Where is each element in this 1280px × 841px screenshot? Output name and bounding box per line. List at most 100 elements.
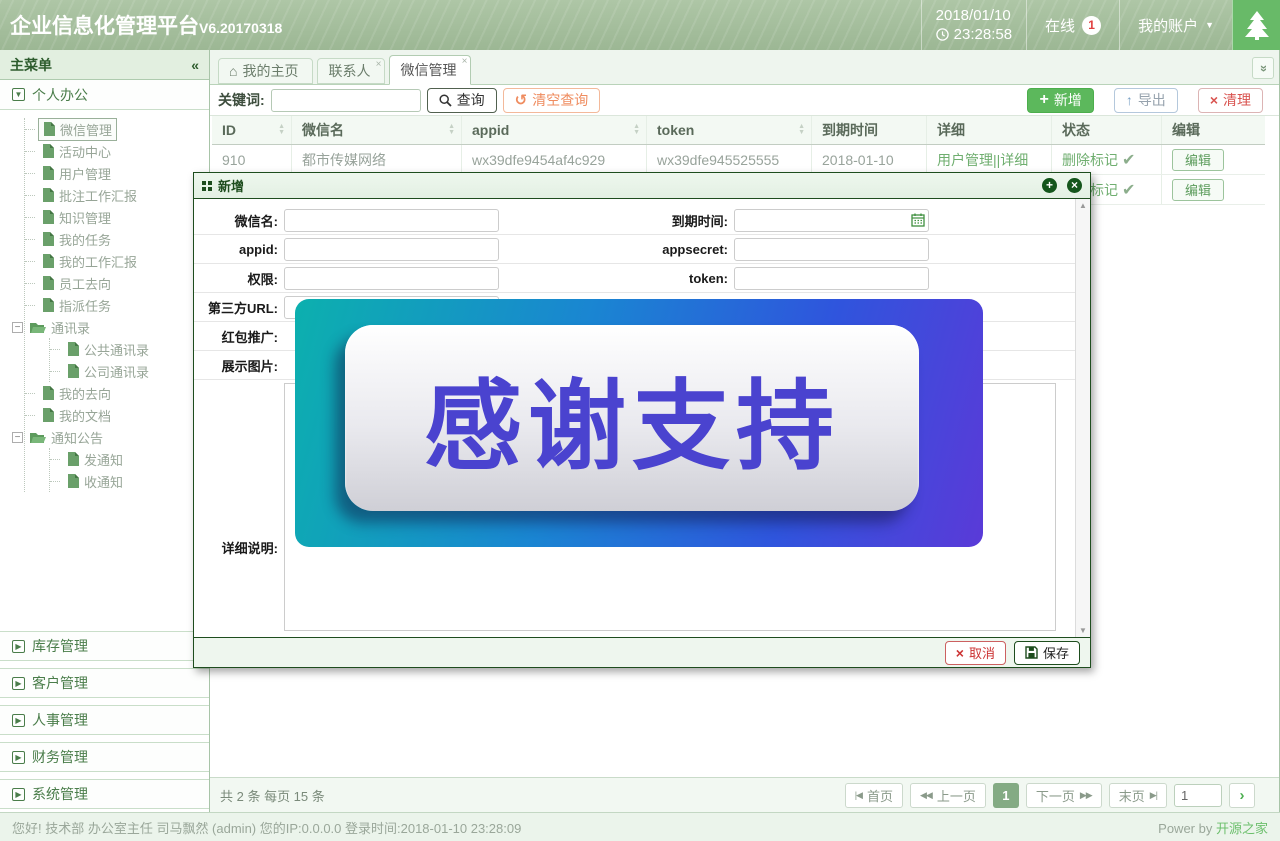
sidebar-item-staff-location[interactable]: 员工去向	[25, 272, 209, 294]
reset-icon: ↺	[515, 93, 528, 108]
section-label: 财务管理	[32, 747, 88, 767]
edit-button[interactable]: 编辑	[1172, 179, 1224, 201]
image-label: 展示图片:	[194, 356, 284, 375]
tab-overflow-button[interactable]: «	[1252, 57, 1274, 79]
file-icon	[42, 276, 54, 290]
last-page-button[interactable]: 末页▶|	[1109, 783, 1167, 808]
column-header-status[interactable]: 状态	[1052, 116, 1162, 144]
tab-label: 联系人	[328, 61, 370, 81]
sidebar-item-my-tasks[interactable]: 我的任务	[25, 228, 209, 250]
tree-root: 微信管理 活动中心 用户管理 批注工作汇报 知识管理 我的任务 我的工作汇报 员…	[24, 118, 209, 492]
theme-tree-button[interactable]	[1232, 0, 1280, 50]
column-header-expire[interactable]: 到期时间	[812, 116, 927, 144]
tree-stub	[25, 415, 35, 416]
appsecret-input[interactable]	[734, 238, 929, 261]
go-page-button[interactable]: ›	[1229, 783, 1255, 808]
appid-input[interactable]	[284, 238, 499, 261]
account-menu[interactable]: 我的账户 ▼	[1119, 0, 1232, 50]
delete-mark-link[interactable]: 删除标记	[1062, 150, 1118, 170]
cell-token: wx39dfe945525555	[647, 145, 812, 174]
calendar-icon[interactable]	[911, 213, 925, 227]
collapse-node-icon[interactable]: −	[12, 432, 23, 443]
sidebar-item-company-contacts[interactable]: 公司通讯录	[50, 360, 209, 382]
tree-stub	[50, 481, 60, 482]
sidebar-section-finance[interactable]: ▶财务管理	[0, 742, 209, 772]
sidebar-folder-notices[interactable]: −通知公告	[12, 426, 209, 448]
sidebar-item-send-notice[interactable]: 发通知	[50, 448, 209, 470]
scroll-down-icon[interactable]: ▼	[1076, 626, 1090, 635]
header-date: 2018/01/10	[936, 7, 1011, 24]
sidebar-item-my-docs[interactable]: 我的文档	[25, 404, 209, 426]
tree-stub	[50, 371, 60, 372]
sidebar-header: 主菜单 «	[0, 50, 209, 80]
close-icon[interactable]: ×	[1067, 178, 1082, 193]
collapse-node-icon[interactable]: −	[12, 322, 23, 333]
current-page-button[interactable]: 1	[993, 783, 1019, 808]
thanks-banner-image: 感谢支持	[295, 299, 983, 547]
next-page-button[interactable]: 下一页▶▶	[1026, 783, 1102, 808]
collapse-sidebar-icon[interactable]: «	[191, 57, 199, 73]
sidebar-section-system[interactable]: ▶系统管理	[0, 779, 209, 809]
sort-icon[interactable]: ▲▼	[448, 124, 455, 136]
column-header-token[interactable]: token▲▼	[647, 116, 812, 144]
sidebar-section-personal[interactable]: ▼ 个人办公	[0, 80, 209, 110]
keyword-input[interactable]	[271, 89, 421, 112]
tab-label: 我的主页	[242, 61, 298, 81]
sidebar-section-hr[interactable]: ▶人事管理	[0, 705, 209, 735]
sort-icon[interactable]: ▲▼	[278, 124, 285, 136]
user-manage-link[interactable]: 用户管理	[937, 150, 993, 170]
online-indicator[interactable]: 在线 1	[1026, 0, 1119, 50]
sidebar-item-my-report[interactable]: 我的工作汇报	[25, 250, 209, 272]
export-button[interactable]: ↑ 导出	[1114, 88, 1178, 113]
sidebar-section-inventory[interactable]: ▶库存管理	[0, 631, 209, 661]
edit-button[interactable]: 编辑	[1172, 149, 1224, 171]
sort-icon[interactable]: ▲▼	[633, 124, 640, 136]
sidebar-item-receive-notice[interactable]: 收通知	[50, 470, 209, 492]
scroll-up-icon[interactable]: ▲	[1076, 201, 1090, 210]
tab-home[interactable]: ⌂ 我的主页	[218, 58, 313, 84]
tab-contacts[interactable]: 联系人 ×	[317, 58, 385, 84]
column-header-name[interactable]: 微信名▲▼	[292, 116, 462, 144]
add-button[interactable]: + 新增	[1027, 88, 1093, 113]
sidebar-item-assign-task[interactable]: 指派任务	[25, 294, 209, 316]
clear-search-button[interactable]: ↺ 清空查询	[503, 88, 601, 113]
cancel-button[interactable]: ×取消	[945, 641, 1006, 665]
pagination-bar: 共 2 条 每页 15 条 |◀首页 ◀◀上一页 1 下一页▶▶ 末页▶| ›	[210, 777, 1279, 812]
sidebar-item-public-contacts[interactable]: 公共通讯录	[50, 338, 209, 360]
dialog-scrollbar[interactable]: ▲ ▼	[1075, 199, 1090, 637]
sidebar-item-label: 知识管理	[59, 208, 111, 227]
sidebar-item-wechat[interactable]: 微信管理	[25, 118, 209, 140]
sort-icon[interactable]: ▲▼	[798, 124, 805, 136]
expire-input[interactable]	[734, 209, 929, 232]
close-icon[interactable]: ×	[376, 60, 382, 70]
column-header-detail[interactable]: 详细	[927, 116, 1052, 144]
sidebar-item-my-location[interactable]: 我的去向	[25, 382, 209, 404]
first-page-button[interactable]: |◀首页	[845, 783, 903, 808]
column-header-id[interactable]: ID▲▼	[212, 116, 292, 144]
close-icon[interactable]: ×	[462, 57, 468, 67]
tab-wechat[interactable]: 微信管理 ×	[389, 55, 471, 85]
save-button[interactable]: 保存	[1014, 641, 1080, 665]
permission-input[interactable]	[284, 267, 499, 290]
token-label: token:	[499, 271, 734, 286]
sidebar-folder-contacts[interactable]: −通讯录	[12, 316, 209, 338]
dialog-title-bar[interactable]: 新增 + ×	[194, 173, 1090, 199]
page-number-input[interactable]	[1174, 784, 1222, 807]
clean-button[interactable]: × 清理	[1198, 88, 1263, 113]
wechat-name-input[interactable]	[284, 209, 499, 232]
sidebar-item-knowledge[interactable]: 知识管理	[25, 206, 209, 228]
prev-page-button[interactable]: ◀◀上一页	[910, 783, 986, 808]
token-input[interactable]	[734, 267, 929, 290]
sidebar-item-users[interactable]: 用户管理	[25, 162, 209, 184]
column-header-edit[interactable]: 编辑	[1162, 116, 1262, 144]
clean-button-label: 清理	[1223, 90, 1251, 110]
column-header-appid[interactable]: appid▲▼	[462, 116, 647, 144]
detail-link[interactable]: 详细	[1000, 150, 1028, 170]
sidebar-item-activity[interactable]: 活动中心	[25, 140, 209, 162]
table-row[interactable]: 910 都市传媒网络 wx39dfe9454af4c929 wx39dfe945…	[212, 145, 1265, 175]
sidebar-section-customers[interactable]: ▶客户管理	[0, 668, 209, 698]
maximize-icon[interactable]: +	[1042, 178, 1057, 193]
search-button[interactable]: 查询	[427, 88, 497, 113]
sidebar-item-annotate-report[interactable]: 批注工作汇报	[25, 184, 209, 206]
power-by-link[interactable]: 开源之家	[1216, 821, 1268, 836]
